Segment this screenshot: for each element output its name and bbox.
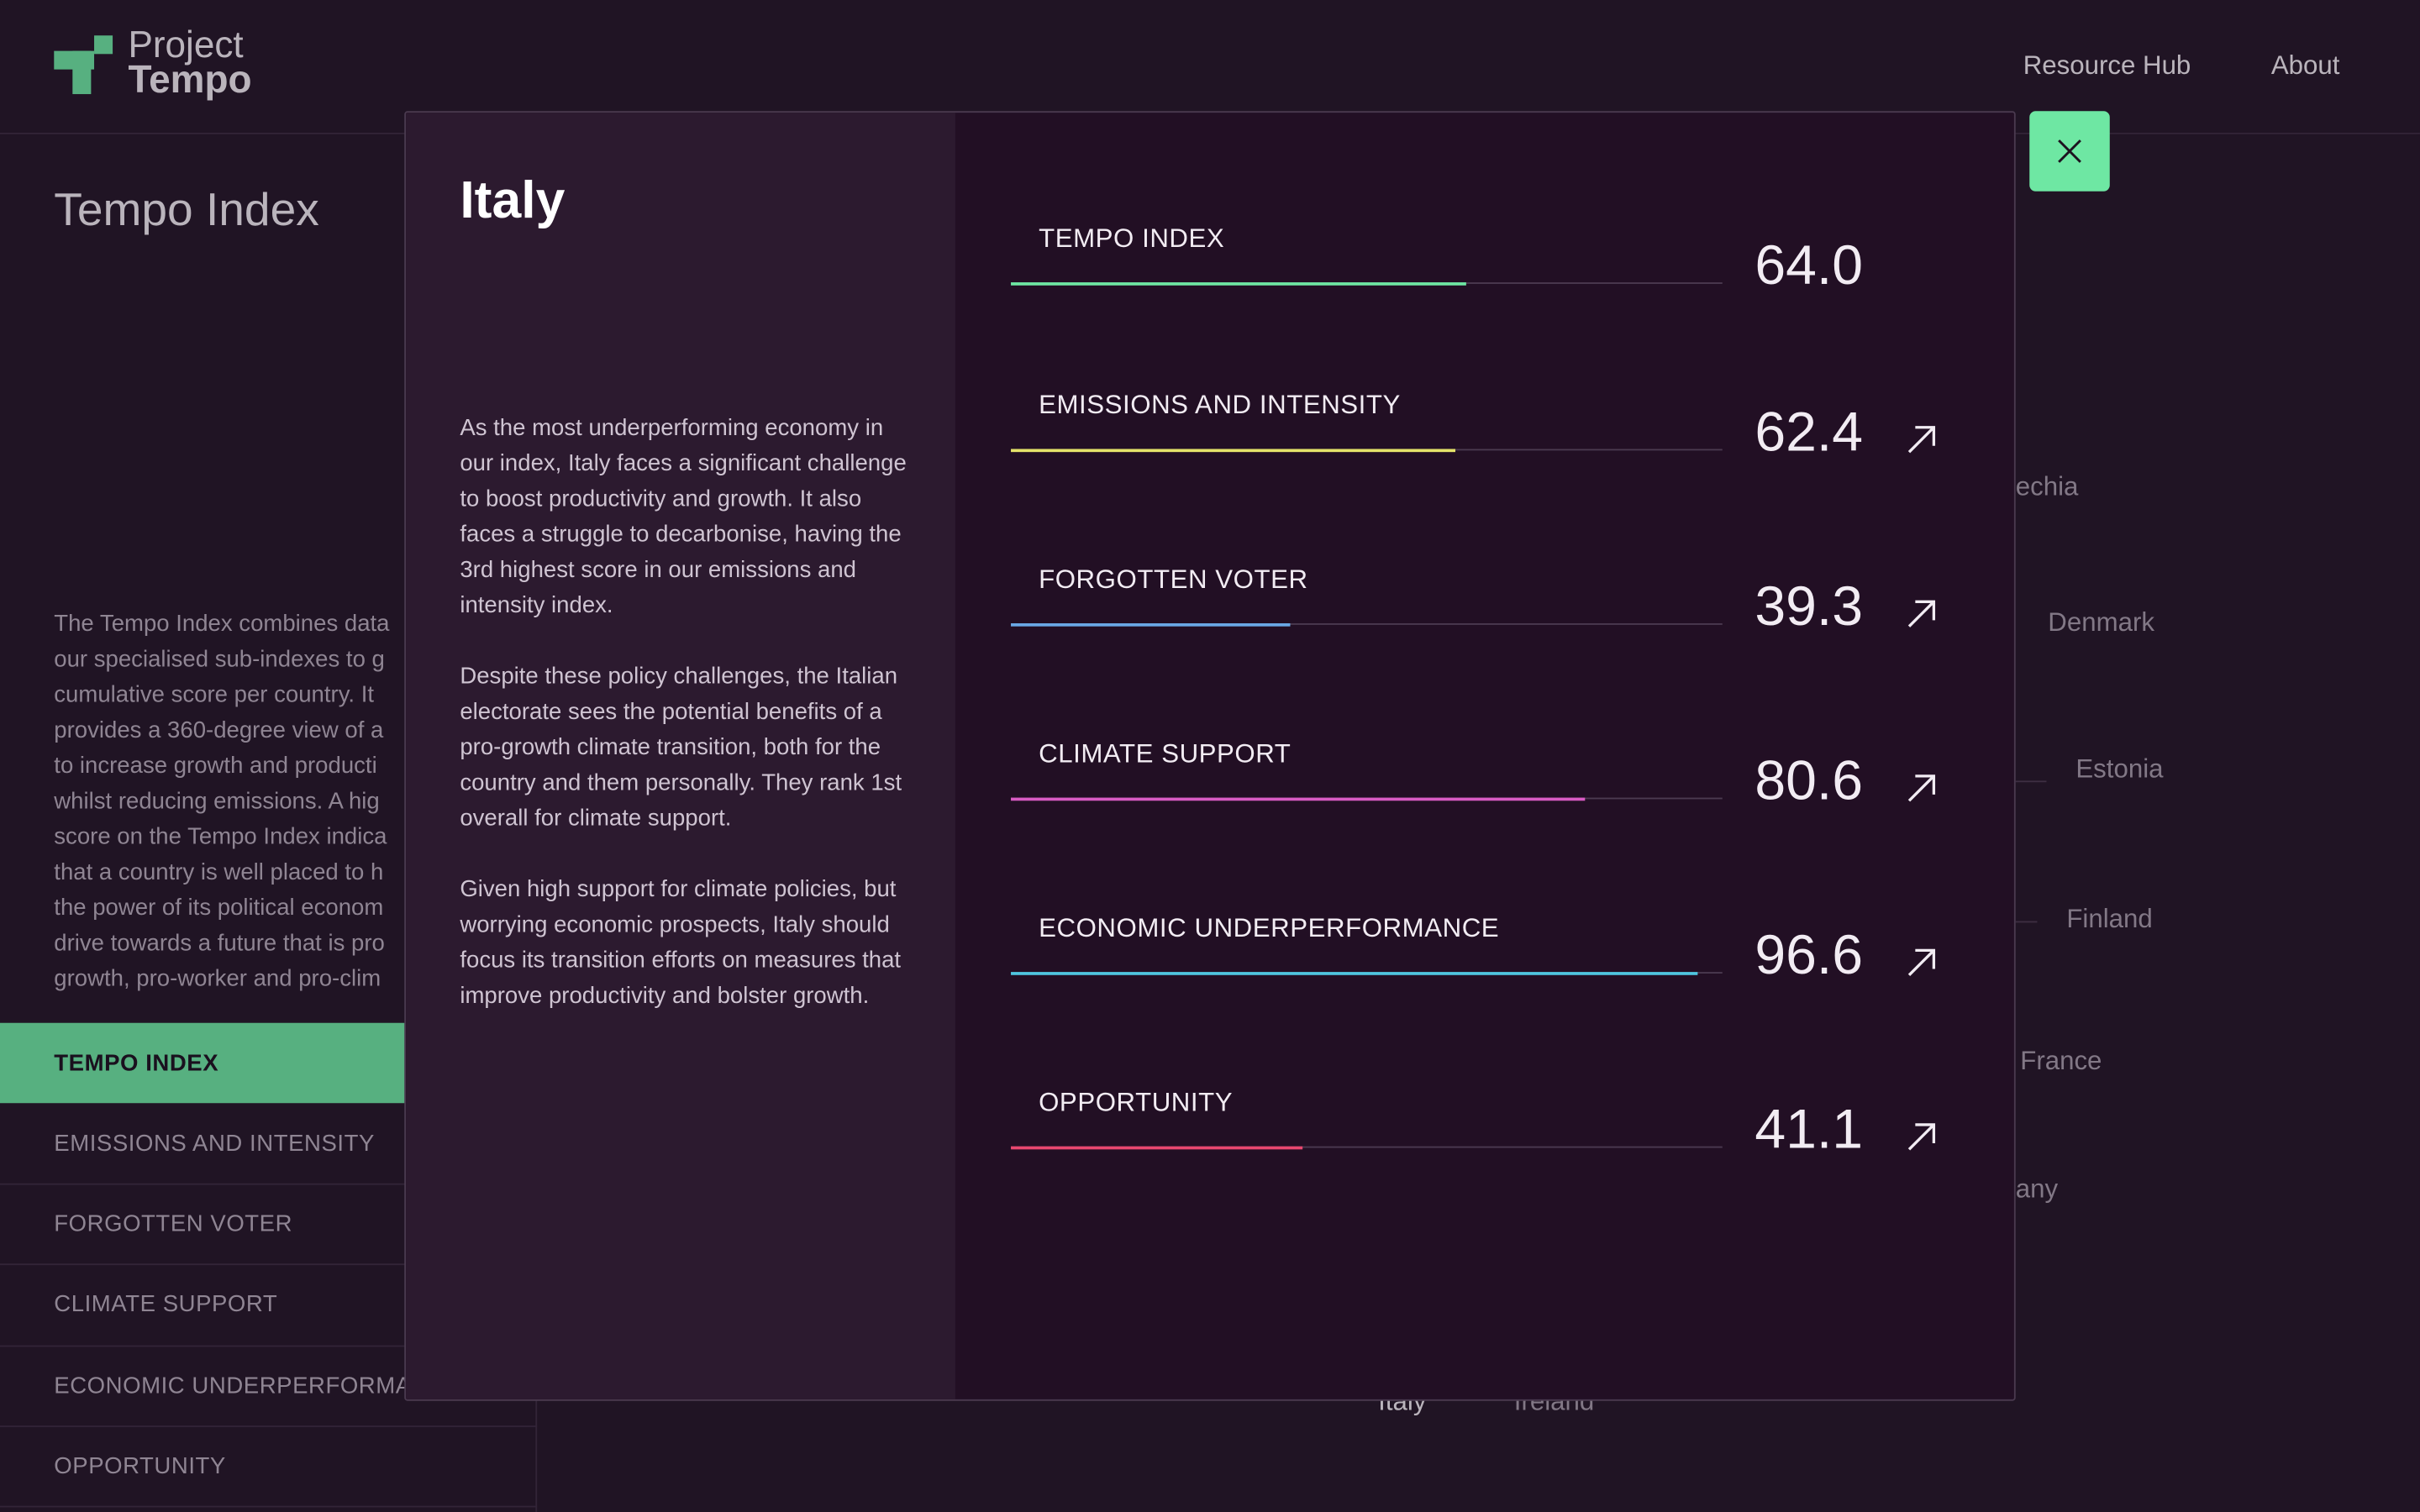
metric-label: OPPORTUNITY bbox=[1039, 1087, 1234, 1117]
metric-bar-track bbox=[1011, 972, 1723, 975]
metric-value: 39.3 bbox=[1754, 574, 1864, 638]
arrow-up-right-icon[interactable] bbox=[1903, 421, 1940, 458]
modal-country-name: Italy bbox=[460, 171, 566, 230]
metric-row: EMISSIONS AND INTENSITY 62.4 bbox=[1011, 391, 1949, 514]
metric-bar-fill bbox=[1011, 972, 1698, 975]
metric-bar-track bbox=[1011, 797, 1723, 801]
metric-bar-track bbox=[1011, 623, 1723, 627]
metric-value: 96.6 bbox=[1754, 922, 1864, 986]
metric-bar-fill bbox=[1011, 1146, 1304, 1150]
metric-bar-fill bbox=[1011, 282, 1466, 286]
summary-paragraph: Given high support for climate policies,… bbox=[460, 876, 902, 1010]
close-icon bbox=[2058, 139, 2081, 163]
arrow-up-right-icon[interactable] bbox=[1903, 1119, 1940, 1156]
arrow-up-right-icon[interactable] bbox=[1903, 596, 1940, 633]
arrow-up-right-icon[interactable] bbox=[1903, 944, 1940, 981]
metric-label: TEMPO INDEX bbox=[1039, 223, 1225, 254]
summary-paragraph: As the most underperforming economy in o… bbox=[460, 415, 907, 619]
metric-value: 41.1 bbox=[1754, 1096, 1864, 1161]
metric-bar-track bbox=[1011, 1146, 1723, 1150]
metric-value: 62.4 bbox=[1754, 399, 1864, 464]
metric-value: 64.0 bbox=[1754, 233, 1864, 297]
metric-bar-fill bbox=[1011, 797, 1585, 801]
metric-value: 80.6 bbox=[1754, 748, 1864, 812]
metric-row: OPPORTUNITY 41.1 bbox=[1011, 1088, 1949, 1211]
metric-label: FORGOTTEN VOTER bbox=[1039, 564, 1308, 595]
metric-row: ECONOMIC UNDERPERFORMANCE 96.6 bbox=[1011, 913, 1949, 1037]
metric-bar-fill bbox=[1011, 449, 1455, 453]
arrow-up-right-icon[interactable] bbox=[1903, 770, 1940, 807]
metric-row: TEMPO INDEX 64.0 bbox=[1011, 223, 1949, 347]
close-button[interactable] bbox=[2029, 111, 2110, 192]
country-summary: As the most underperforming economy in o… bbox=[460, 411, 908, 1049]
metric-label: ECONOMIC UNDERPERFORMANCE bbox=[1039, 913, 1500, 943]
metric-bar-fill bbox=[1011, 623, 1291, 627]
country-detail-modal: Italy As the most underperforming econom… bbox=[404, 111, 2016, 1401]
metric-label: EMISSIONS AND INTENSITY bbox=[1039, 390, 1401, 420]
modal-summary-panel: Italy As the most underperforming econom… bbox=[406, 113, 955, 1399]
summary-paragraph: Despite these policy challenges, the Ita… bbox=[460, 663, 902, 832]
metric-row: FORGOTTEN VOTER 39.3 bbox=[1011, 564, 1949, 688]
metric-label: CLIMATE SUPPORT bbox=[1039, 738, 1292, 769]
metric-row: CLIMATE SUPPORT 80.6 bbox=[1011, 739, 1949, 863]
metric-bar-track bbox=[1011, 449, 1723, 453]
metric-bar-track bbox=[1011, 282, 1723, 286]
